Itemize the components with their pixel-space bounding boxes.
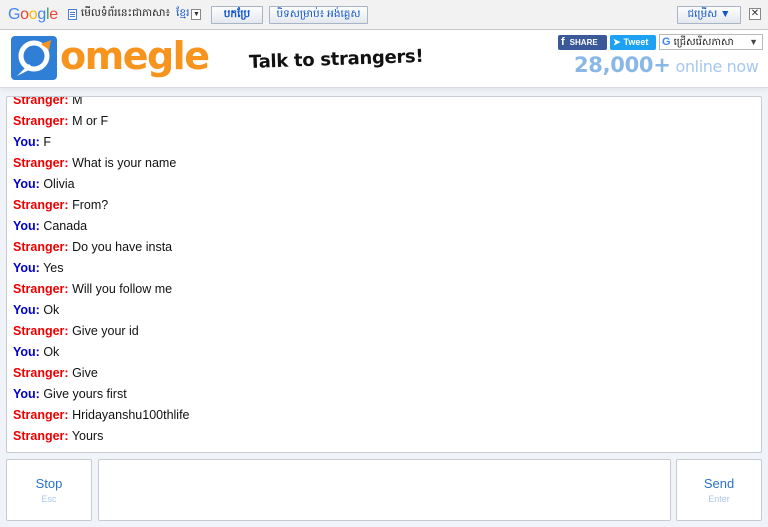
chat-message: Stranger: Give bbox=[13, 366, 98, 380]
message-text: Do you have insta bbox=[72, 240, 173, 254]
show-original-button[interactable]: បិទសម្រាប់៖ អង់គ្លេស bbox=[269, 6, 368, 24]
stop-shortcut: Esc bbox=[41, 494, 57, 504]
google-g-icon: G bbox=[662, 36, 671, 48]
stranger-label: Stranger: bbox=[13, 282, 69, 296]
stranger-label: Stranger: bbox=[13, 114, 69, 128]
chevron-down-icon: ▼ bbox=[749, 37, 758, 47]
you-label: You: bbox=[13, 345, 40, 359]
omegle-logo[interactable]: omegle bbox=[11, 34, 210, 80]
online-label: online now bbox=[675, 57, 759, 76]
stranger-label: Stranger: bbox=[13, 408, 69, 422]
logo-icon bbox=[11, 36, 57, 80]
send-shortcut: Enter bbox=[708, 494, 730, 504]
chat-message: Stranger: From? bbox=[13, 198, 108, 212]
message-text: Ok bbox=[43, 345, 60, 359]
chat-message: You: Ok bbox=[13, 345, 59, 359]
close-icon[interactable]: ✕ bbox=[749, 8, 761, 20]
tagline: Talk to strangers! bbox=[248, 45, 424, 73]
chat-message: Stranger: Hridayanshu100thlife bbox=[13, 408, 190, 422]
chat-message: You: Canada bbox=[13, 219, 87, 233]
stop-label: Stop bbox=[35, 476, 63, 491]
translate-bar: Google មើលទំព័រនេះជាភាសា៖ ខ្មែរ ▼ បកប្រែ… bbox=[0, 0, 768, 30]
chat-message: Stranger: What is your name bbox=[13, 156, 176, 170]
language-name: ខ្មែរ bbox=[176, 7, 190, 19]
stranger-label: Stranger: bbox=[13, 96, 69, 107]
translate-button[interactable]: បកប្រែ bbox=[211, 6, 263, 24]
chat-message: Stranger: Give your id bbox=[13, 324, 139, 338]
chat-message: You: Yes bbox=[13, 261, 64, 275]
send-button[interactable]: Send Enter bbox=[676, 459, 762, 521]
message-text: Olivia bbox=[43, 177, 75, 191]
language-link[interactable]: ខ្មែរ ▼ bbox=[176, 7, 202, 22]
message-text: Give your id bbox=[72, 324, 139, 338]
message-text: F bbox=[43, 135, 51, 149]
you-label: You: bbox=[13, 387, 40, 401]
stranger-label: Stranger: bbox=[13, 198, 69, 212]
facebook-icon: f bbox=[561, 36, 565, 48]
you-label: You: bbox=[13, 177, 40, 191]
tweet-label: Tweet bbox=[623, 37, 649, 47]
language-select-label: ជ្រើសរើសភាសា bbox=[673, 36, 734, 48]
chat-log[interactable]: Stranger: M Stranger: M or F You: F Strange… bbox=[6, 96, 762, 453]
facebook-share-button[interactable]: f SHARE bbox=[558, 34, 607, 50]
site-header: omegle Talk to strangers! f SHARE ➤ Twee… bbox=[0, 30, 768, 88]
message-text: Yes bbox=[43, 261, 64, 275]
chat-message: You: F bbox=[13, 135, 51, 149]
you-label: You: bbox=[13, 135, 40, 149]
options-button[interactable]: ជម្រើស ▼ bbox=[677, 6, 741, 24]
message-input[interactable] bbox=[98, 459, 671, 521]
message-text: Give bbox=[72, 366, 98, 380]
stranger-label: Stranger: bbox=[13, 324, 69, 338]
you-label: You: bbox=[13, 303, 40, 317]
chat-message: Stranger: Will you follow me bbox=[13, 282, 172, 296]
google-logo: Google bbox=[8, 5, 58, 23]
online-count: 28,000+ online now bbox=[574, 53, 759, 77]
message-text: What is your name bbox=[72, 156, 177, 170]
stranger-label: Stranger: bbox=[13, 429, 69, 443]
message-text: Hridayanshu100thlife bbox=[72, 408, 190, 422]
message-text: M bbox=[72, 96, 83, 107]
language-select[interactable]: G ជ្រើសរើសភាសា ▼ bbox=[659, 34, 763, 50]
message-text: Give yours first bbox=[43, 387, 127, 401]
stranger-label: Stranger: bbox=[13, 240, 69, 254]
message-text: Will you follow me bbox=[72, 282, 173, 296]
twitter-icon: ➤ bbox=[613, 36, 621, 47]
stranger-label: Stranger: bbox=[13, 366, 69, 380]
chat-message: You: Olivia bbox=[13, 177, 75, 191]
message-text: Yours bbox=[71, 429, 104, 443]
online-number: 28,000+ bbox=[574, 53, 671, 77]
chat-message: You: Give yours first bbox=[13, 387, 127, 401]
translate-prompt: មើលទំព័រនេះជាភាសា៖ bbox=[80, 7, 171, 19]
chevron-down-icon[interactable]: ▼ bbox=[191, 9, 202, 20]
stop-button[interactable]: Stop Esc bbox=[6, 459, 92, 521]
logo-text: omegle bbox=[60, 34, 210, 78]
chat-message: You: Ok bbox=[13, 303, 59, 317]
chat-message: Stranger: Yours bbox=[13, 429, 103, 443]
send-label: Send bbox=[703, 476, 735, 491]
chat-message: Stranger: M or F bbox=[13, 114, 108, 128]
message-text: From? bbox=[72, 198, 109, 212]
facebook-share-label: SHARE bbox=[569, 37, 598, 47]
translate-icon bbox=[67, 9, 77, 20]
chat-message: Stranger: Do you have insta bbox=[13, 240, 172, 254]
message-text: Ok bbox=[43, 303, 60, 317]
you-label: You: bbox=[13, 219, 40, 233]
message-text: M or F bbox=[72, 114, 109, 128]
tweet-button[interactable]: ➤ Tweet bbox=[610, 34, 656, 50]
share-row: f SHARE ➤ Tweet G ជ្រើសរើសភាសា ▼ bbox=[558, 34, 763, 50]
you-label: You: bbox=[13, 261, 40, 275]
chat-message: Stranger: M bbox=[13, 96, 83, 107]
message-text: Canada bbox=[43, 219, 88, 233]
stranger-label: Stranger: bbox=[13, 156, 69, 170]
